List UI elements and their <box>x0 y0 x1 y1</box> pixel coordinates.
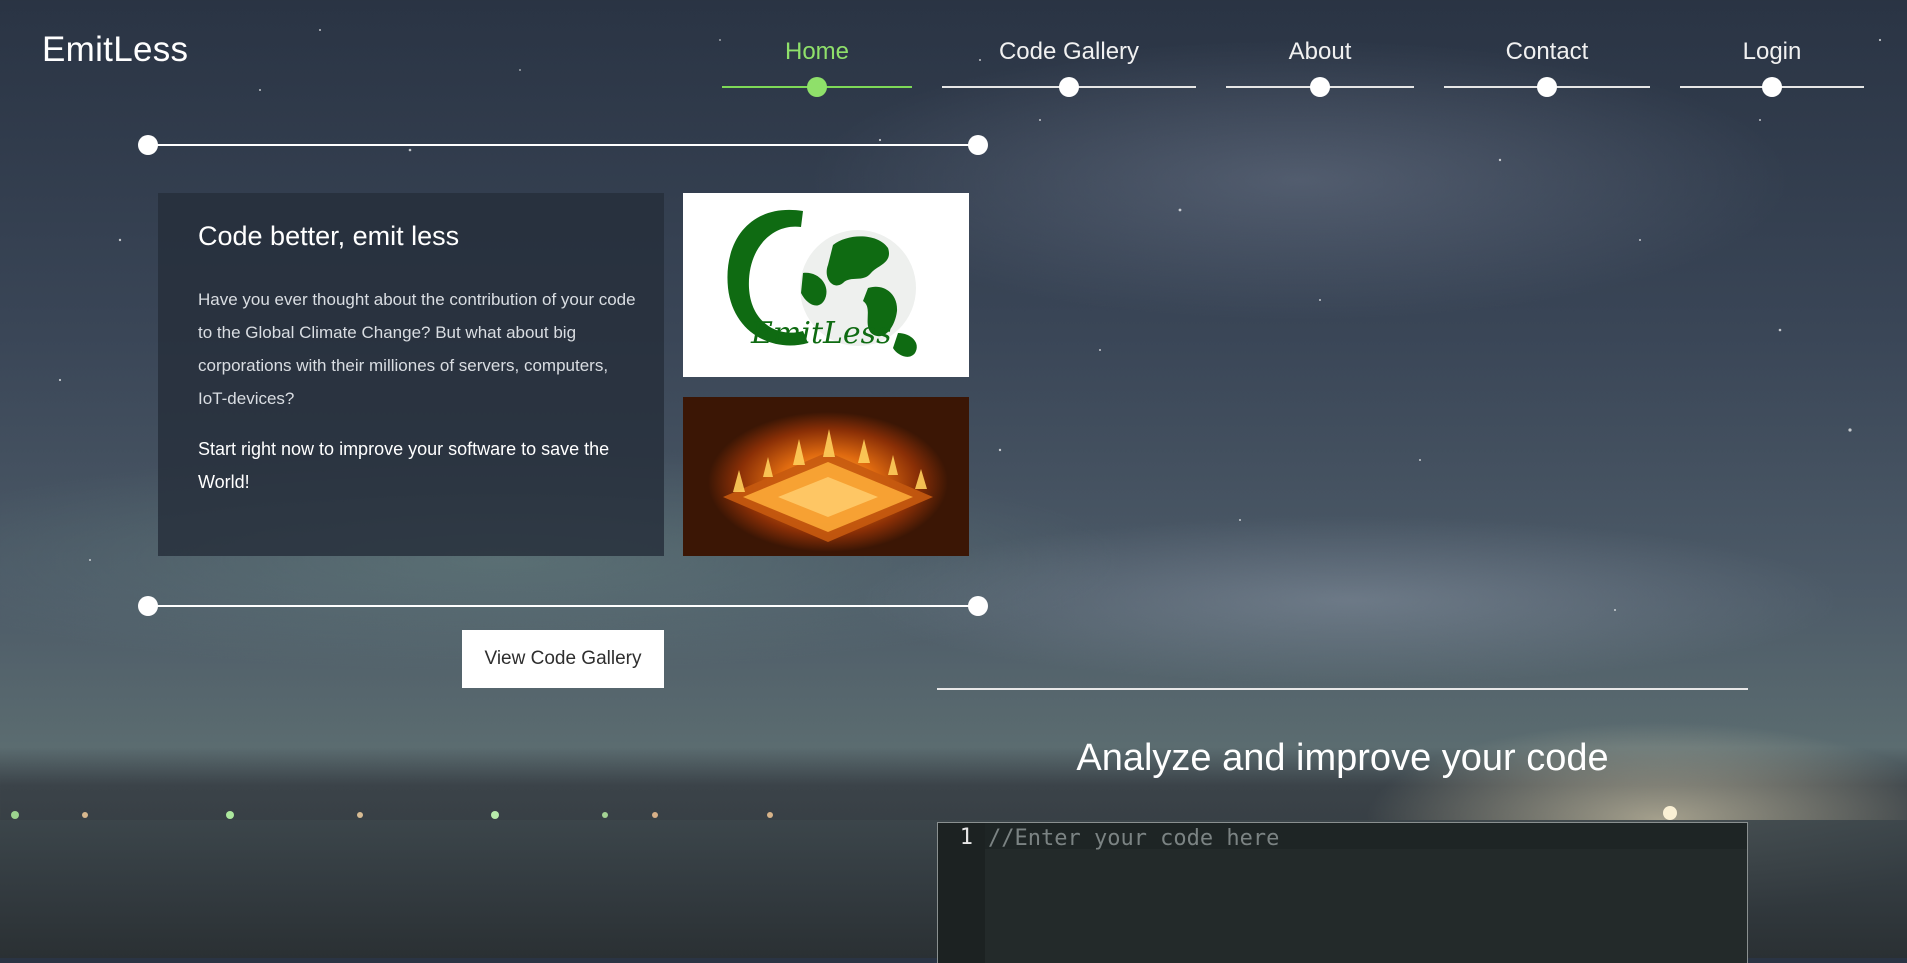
hero-top-divider-left-dot <box>138 135 158 155</box>
hero-card: Code better, emit less Have you ever tho… <box>158 193 664 556</box>
brand-logo-text[interactable]: EmitLess <box>42 30 188 70</box>
nav-about-indicator <box>1310 77 1330 97</box>
earth-logo-icon: EmitLess <box>727 209 917 357</box>
burning-chip-icon <box>723 429 933 542</box>
nav-code-gallery[interactable]: Code Gallery <box>942 0 1196 100</box>
editor-gutter: 1 <box>938 823 985 963</box>
nav-login[interactable]: Login <box>1680 0 1864 100</box>
nav-contact-indicator <box>1537 77 1557 97</box>
analyze-divider <box>937 688 1748 690</box>
burning-chip-image <box>683 397 969 556</box>
nav-code-gallery-label[interactable]: Code Gallery <box>942 38 1196 66</box>
line-number: 1 <box>959 825 973 850</box>
code-input[interactable] <box>988 823 1728 853</box>
nav-home-label[interactable]: Home <box>722 38 912 66</box>
logo-wordmark: EmitLess <box>750 316 891 351</box>
nav-code-gallery-indicator <box>1059 77 1079 97</box>
hero-title: Code better, emit less <box>198 221 460 251</box>
nav-contact-label[interactable]: Contact <box>1444 38 1650 66</box>
nav-about[interactable]: About <box>1226 0 1414 100</box>
nav-about-label[interactable]: About <box>1226 38 1414 66</box>
hero-bottom-divider-right-dot <box>968 596 988 616</box>
view-code-gallery-button[interactable]: View Code Gallery <box>462 630 664 688</box>
hero-cta-text: Start right now to improve your software… <box>198 439 610 492</box>
code-editor[interactable]: 1 <box>937 822 1748 963</box>
emitless-logo-image: EmitLess <box>683 193 969 377</box>
hero-intro-text: Have you ever thought about the contribu… <box>198 290 636 408</box>
analyze-title: Analyze and improve your code <box>1076 737 1609 779</box>
hero-top-divider-right-dot <box>968 135 988 155</box>
hero-top-divider <box>148 144 978 146</box>
hero-bottom-divider <box>148 605 978 607</box>
nav-login-label[interactable]: Login <box>1680 38 1864 66</box>
nav-home[interactable]: Home <box>722 0 912 100</box>
nav-contact[interactable]: Contact <box>1444 0 1650 100</box>
hero-bottom-divider-left-dot <box>138 596 158 616</box>
nav-home-indicator <box>807 77 827 97</box>
nav-login-indicator <box>1762 77 1782 97</box>
